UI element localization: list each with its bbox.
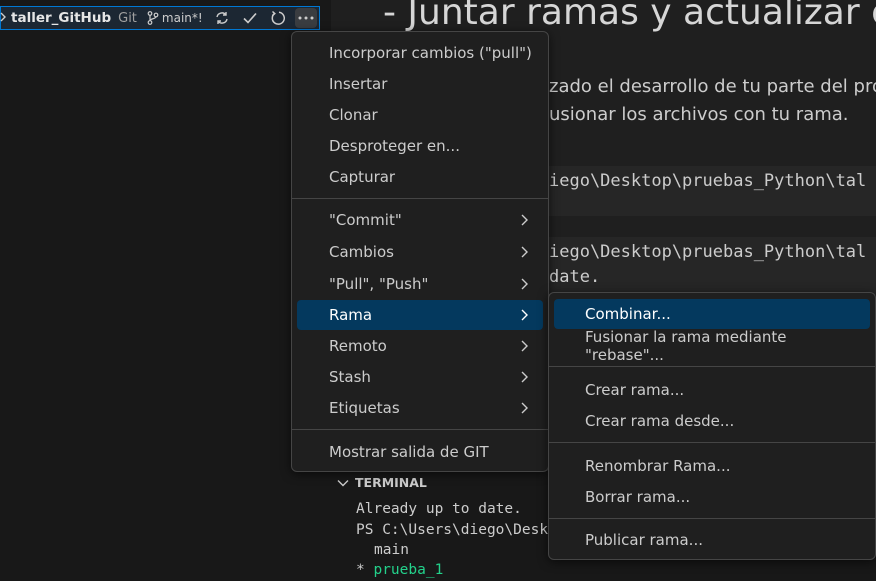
menu-item-label: Remoto bbox=[329, 337, 387, 355]
menu-separator bbox=[292, 198, 548, 199]
paragraph-line: usionar los archivos con tu rama. bbox=[549, 104, 849, 125]
menu-item-label: Desproteger en... bbox=[329, 137, 460, 155]
menu-item-label: Fusionar la rama mediante "rebase"... bbox=[585, 328, 787, 364]
chevron-right-icon bbox=[521, 371, 528, 383]
menu-item-stash[interactable]: Stash bbox=[297, 362, 543, 392]
chevron-right-icon bbox=[521, 246, 528, 258]
menu-separator bbox=[549, 518, 875, 519]
chevron-down-icon bbox=[337, 479, 349, 486]
menu-item-rebase[interactable]: Fusionar la rama mediante "rebase"... bbox=[554, 328, 870, 364]
sync-icon[interactable] bbox=[213, 9, 231, 27]
menu-item-clone[interactable]: Clonar bbox=[297, 100, 543, 130]
menu-item-show-git-output[interactable]: Mostrar salida de GIT bbox=[297, 437, 543, 467]
menu-item-label: Stash bbox=[329, 368, 371, 386]
menu-item-create-branch-from[interactable]: Crear rama desde... bbox=[554, 406, 870, 436]
menu-separator bbox=[292, 429, 548, 430]
repository-name: taller_GitHub bbox=[11, 10, 112, 26]
current-branch-marker: * bbox=[356, 562, 365, 578]
menu-item-remote[interactable]: Remoto bbox=[297, 331, 543, 361]
terminal-title: TERMINAL bbox=[355, 475, 427, 490]
menu-item-push[interactable]: Insertar bbox=[297, 69, 543, 99]
menu-item-branch[interactable]: Rama bbox=[297, 300, 543, 330]
source-control-sidebar: taller_GitHub Git main*! bbox=[0, 0, 331, 581]
menu-item-label: Combinar... bbox=[585, 305, 671, 323]
chevron-right-icon[interactable] bbox=[0, 12, 9, 25]
menu-item-fetch[interactable]: Capturar bbox=[297, 162, 543, 192]
branch-label: main*! bbox=[161, 11, 203, 25]
menu-item-create-branch[interactable]: Crear rama... bbox=[554, 375, 870, 405]
menu-separator bbox=[549, 366, 875, 367]
terminal-line: Already up to date. bbox=[356, 501, 522, 517]
branch-submenu: Combinar... Fusionar la rama mediante "r… bbox=[548, 292, 876, 560]
branch-status[interactable]: main*! bbox=[147, 11, 203, 25]
terminal-section-header[interactable]: TERMINAL bbox=[337, 475, 427, 490]
chevron-right-icon bbox=[521, 402, 528, 414]
chevron-right-icon bbox=[521, 278, 528, 290]
menu-item-label: Rama bbox=[329, 306, 373, 324]
menu-item-label: Clonar bbox=[329, 106, 378, 124]
menu-item-pull[interactable]: Incorporar cambios ("pull") bbox=[297, 38, 543, 68]
menu-item-changes[interactable]: Cambios bbox=[297, 237, 543, 267]
terminal-line: PS C:\Users\diego\Desk bbox=[356, 522, 549, 538]
repository-provider: Git bbox=[118, 10, 137, 26]
code-line: iego\Desktop\pruebas_Python\tal bbox=[549, 171, 867, 191]
menu-item-label: Etiquetas bbox=[329, 399, 400, 417]
git-branch-icon bbox=[147, 11, 159, 25]
menu-item-label: Crear rama... bbox=[585, 381, 685, 399]
menu-item-tags[interactable]: Etiquetas bbox=[297, 393, 543, 423]
menu-item-commit[interactable]: "Commit" bbox=[297, 205, 543, 235]
git-more-actions-menu: Incorporar cambios ("pull") Insertar Clo… bbox=[291, 31, 549, 472]
chevron-right-icon bbox=[521, 340, 528, 352]
refresh-icon[interactable] bbox=[269, 9, 287, 27]
menu-item-checkout[interactable]: Desproteger en... bbox=[297, 131, 543, 161]
menu-item-label: Borrar rama... bbox=[585, 488, 691, 506]
markdown-heading: - Juntar ramas y actualizar c bbox=[383, 0, 876, 33]
menu-item-label: "Commit" bbox=[329, 211, 402, 229]
code-line: iego\Desktop\pruebas_Python\tal bbox=[549, 242, 867, 262]
terminal-line-current-branch: * prueba_1 bbox=[356, 562, 443, 578]
menu-item-rename-branch[interactable]: Renombrar Rama... bbox=[554, 451, 870, 481]
menu-item-label: Publicar rama... bbox=[585, 531, 703, 549]
menu-item-publish-branch[interactable]: Publicar rama... bbox=[554, 525, 870, 555]
menu-item-merge[interactable]: Combinar... bbox=[554, 299, 870, 329]
menu-item-label: Mostrar salida de GIT bbox=[329, 443, 489, 461]
menu-item-label: Renombrar Rama... bbox=[585, 457, 731, 475]
menu-separator bbox=[549, 442, 875, 443]
menu-item-label: "Pull", "Push" bbox=[329, 275, 429, 293]
menu-item-label: Incorporar cambios ("pull") bbox=[329, 44, 532, 62]
menu-item-label: Insertar bbox=[329, 75, 388, 93]
check-icon[interactable] bbox=[241, 9, 259, 27]
scm-repository-header[interactable]: taller_GitHub Git main*! bbox=[0, 6, 320, 30]
menu-item-label: Crear rama desde... bbox=[585, 412, 735, 430]
menu-item-label: Cambios bbox=[329, 243, 394, 261]
menu-item-pull-push[interactable]: "Pull", "Push" bbox=[297, 269, 543, 299]
more-actions-icon[interactable] bbox=[294, 8, 317, 28]
chevron-right-icon bbox=[521, 309, 528, 321]
menu-item-delete-branch[interactable]: Borrar rama... bbox=[554, 482, 870, 512]
paragraph-line: zado el desarrollo de tu parte del pro bbox=[549, 76, 876, 97]
current-branch-name: prueba_1 bbox=[373, 562, 444, 578]
terminal-line: main bbox=[374, 542, 409, 558]
menu-item-label: Capturar bbox=[329, 168, 396, 186]
chevron-right-icon bbox=[521, 214, 528, 226]
code-line: date. bbox=[549, 267, 601, 287]
